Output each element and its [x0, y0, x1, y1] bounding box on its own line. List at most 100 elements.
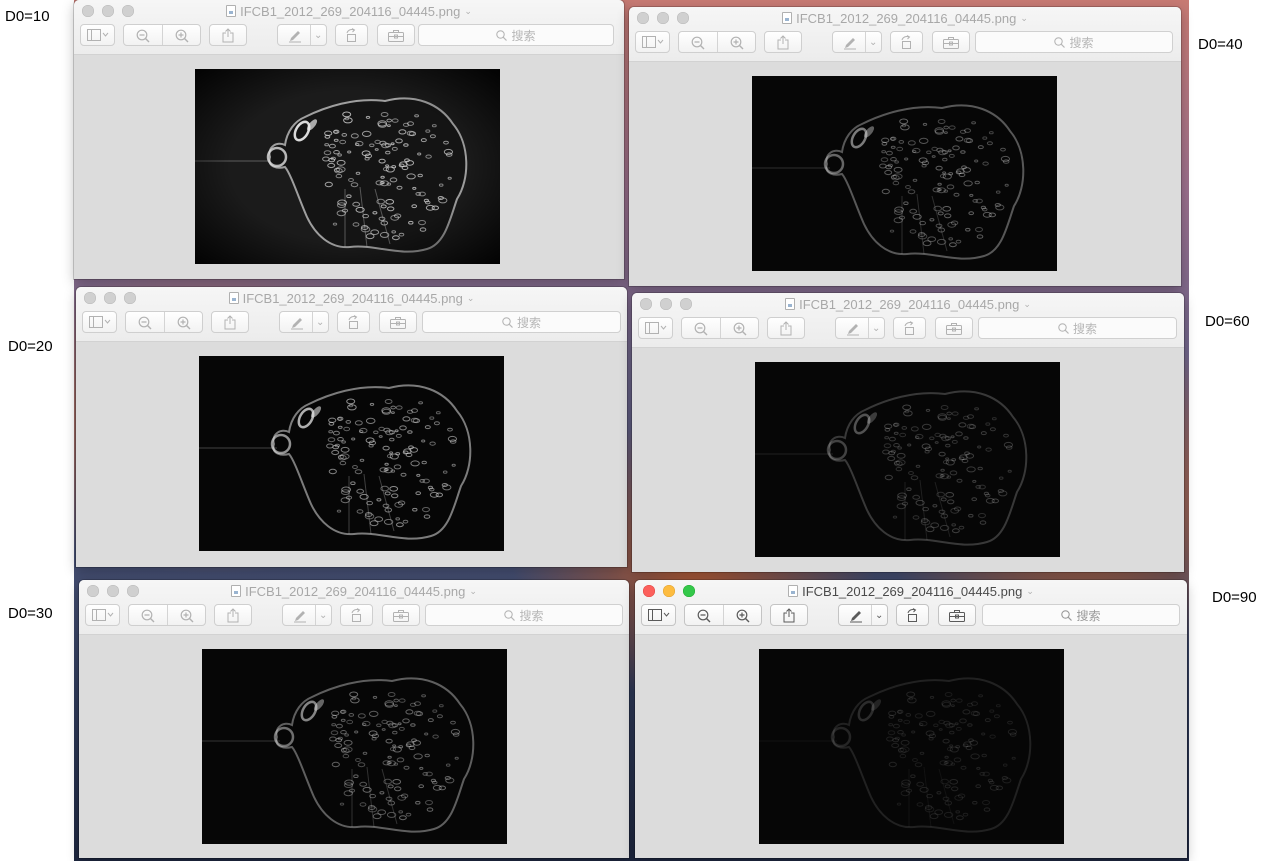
rotate-button[interactable] [893, 317, 926, 339]
markup-pen-icon[interactable] [288, 29, 302, 43]
share-button[interactable] [211, 311, 249, 333]
toolbar: ⌄ 搜索 [80, 24, 618, 46]
sidebar-icon [641, 36, 664, 48]
rotate-button[interactable] [890, 31, 923, 53]
rotate-button[interactable] [335, 24, 368, 46]
rotate-button[interactable] [896, 604, 929, 626]
title-bar[interactable]: IFCB1_2012_269_204116_04445.png ⌄ ⌄ 搜索 [76, 287, 627, 342]
preview-window-2: IFCB1_2012_269_204116_04445.png ⌄ ⌄ 搜索 [629, 7, 1181, 286]
sidebar-toggle-button[interactable] [85, 604, 120, 626]
zoom-button-group [684, 604, 762, 626]
toolbox-button[interactable] [382, 604, 420, 626]
preview-window-4: IFCB1_2012_269_204116_04445.png ⌄ ⌄ 搜索 [632, 293, 1184, 572]
markup-pen-icon[interactable] [849, 609, 863, 623]
rotate-icon [349, 607, 364, 623]
search-field[interactable]: 搜索 [425, 604, 623, 626]
share-button[interactable] [209, 24, 247, 46]
zoom-button-group [125, 311, 203, 333]
markup-pen-icon[interactable] [846, 322, 860, 336]
toolbar: ⌄ 搜索 [82, 311, 621, 333]
sidebar-icon [644, 322, 667, 334]
zoom-out-icon[interactable] [141, 609, 155, 623]
share-button[interactable] [214, 604, 252, 626]
search-placeholder: 搜索 [511, 28, 536, 43]
chevron-down-icon[interactable]: ⌄ [869, 37, 877, 48]
toolbox-button[interactable] [379, 311, 417, 333]
plankton-image [752, 76, 1057, 271]
search-field[interactable]: 搜索 [422, 311, 621, 333]
document-icon [788, 585, 799, 597]
window-title[interactable]: IFCB1_2012_269_204116_04445.png ⌄ [632, 295, 1184, 313]
toolbox-button[interactable] [932, 31, 970, 53]
chevron-down-icon[interactable]: ⌄ [872, 323, 880, 334]
title-bar[interactable]: IFCB1_2012_269_204116_04445.png ⌄ ⌄ 搜索 [79, 580, 629, 635]
plankton-image [195, 69, 500, 264]
title-bar[interactable]: IFCB1_2012_269_204116_04445.png ⌄ ⌄ 搜索 [632, 293, 1184, 348]
window-title[interactable]: IFCB1_2012_269_204116_04445.png ⌄ [635, 582, 1187, 600]
markup-pen-icon[interactable] [290, 316, 304, 330]
zoom-in-icon[interactable] [733, 322, 747, 336]
chevron-down-icon[interactable]: ⌄ [316, 317, 324, 328]
sidebar-toggle-button[interactable] [82, 311, 117, 333]
rotate-button[interactable] [340, 604, 373, 626]
window-title[interactable]: IFCB1_2012_269_204116_04445.png ⌄ [74, 2, 624, 20]
toolbox-button[interactable] [938, 604, 976, 626]
markup-button-group: ⌄ [282, 604, 332, 626]
image-viewport[interactable] [632, 348, 1184, 572]
share-button[interactable] [767, 317, 805, 339]
search-field[interactable]: 搜索 [418, 24, 614, 46]
sidebar-toggle-button[interactable] [80, 24, 115, 46]
image-viewport[interactable] [79, 635, 629, 858]
search-icon [496, 29, 508, 41]
search-field[interactable]: 搜索 [975, 31, 1173, 53]
filename-label: IFCB1_2012_269_204116_04445.png [242, 290, 463, 306]
sidebar-icon [88, 316, 111, 328]
title-bar[interactable]: IFCB1_2012_269_204116_04445.png ⌄ ⌄ 搜索 [629, 7, 1181, 62]
chevron-down-icon: ⌄ [1020, 12, 1028, 23]
toolbox-icon [949, 609, 965, 622]
zoom-out-icon[interactable] [136, 29, 150, 43]
image-viewport[interactable] [74, 55, 624, 279]
share-button[interactable] [764, 31, 802, 53]
chevron-down-icon[interactable]: ⌄ [875, 610, 883, 621]
markup-pen-icon[interactable] [843, 36, 857, 50]
toolbar: ⌄ 搜索 [638, 317, 1178, 339]
zoom-out-icon[interactable] [694, 322, 708, 336]
markup-pen-icon[interactable] [293, 609, 307, 623]
rotate-button[interactable] [337, 311, 370, 333]
zoom-out-icon[interactable] [138, 316, 152, 330]
image-viewport[interactable] [629, 62, 1181, 286]
share-icon [783, 607, 795, 623]
sidebar-toggle-button[interactable] [638, 317, 673, 339]
document-icon [231, 585, 242, 597]
toolbar: ⌄ 搜索 [85, 604, 623, 626]
chevron-down-icon: ⌄ [1026, 585, 1034, 596]
zoom-out-icon[interactable] [697, 609, 711, 623]
chevron-down-icon[interactable]: ⌄ [319, 610, 327, 621]
markup-button-group: ⌄ [279, 311, 329, 333]
plankton-image [759, 649, 1064, 844]
search-field[interactable]: 搜索 [978, 317, 1177, 339]
filename-label: IFCB1_2012_269_204116_04445.png [240, 3, 461, 19]
window-title[interactable]: IFCB1_2012_269_204116_04445.png ⌄ [76, 289, 627, 307]
chevron-down-icon[interactable]: ⌄ [314, 30, 322, 41]
image-viewport[interactable] [635, 635, 1187, 858]
share-button[interactable] [770, 604, 808, 626]
sidebar-toggle-button[interactable] [635, 31, 670, 53]
toolbox-button[interactable] [935, 317, 973, 339]
image-viewport[interactable] [76, 342, 627, 567]
title-bar[interactable]: IFCB1_2012_269_204116_04445.png ⌄ ⌄ 搜索 [74, 0, 624, 55]
title-bar[interactable]: IFCB1_2012_269_204116_04445.png ⌄ ⌄ 搜索 [635, 580, 1187, 635]
zoom-in-icon[interactable] [736, 609, 750, 623]
zoom-out-icon[interactable] [691, 36, 705, 50]
toolbox-button[interactable] [377, 24, 415, 46]
zoom-in-icon[interactable] [180, 609, 194, 623]
side-label-d0-10: D0=10 [5, 8, 50, 25]
zoom-in-icon[interactable] [177, 316, 191, 330]
window-title[interactable]: IFCB1_2012_269_204116_04445.png ⌄ [79, 582, 629, 600]
search-field[interactable]: 搜索 [982, 604, 1180, 626]
zoom-in-icon[interactable] [175, 29, 189, 43]
zoom-in-icon[interactable] [730, 36, 744, 50]
sidebar-toggle-button[interactable] [641, 604, 676, 626]
window-title[interactable]: IFCB1_2012_269_204116_04445.png ⌄ [629, 9, 1181, 27]
